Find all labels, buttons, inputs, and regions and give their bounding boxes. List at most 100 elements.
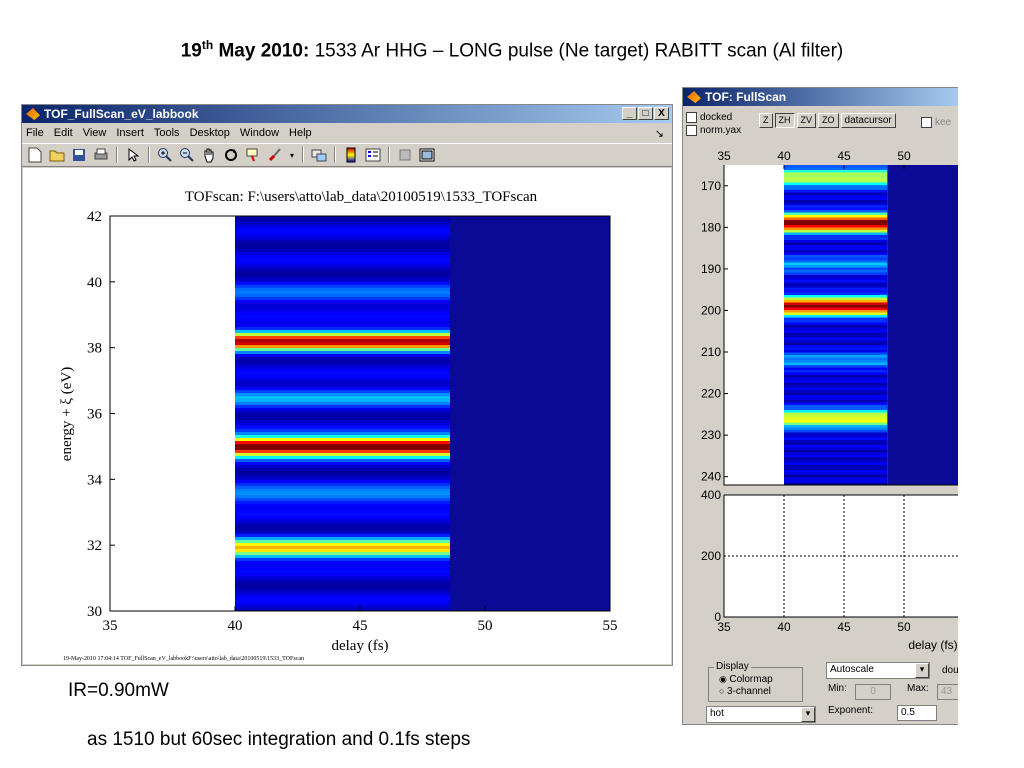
heatmap-row	[235, 294, 450, 298]
colormap-select[interactable]: hot ▾	[706, 706, 816, 723]
heatmap-row	[235, 237, 450, 241]
heatmap-row	[235, 291, 450, 295]
x-tick-label: 35	[103, 618, 118, 634]
heatmap-row	[235, 216, 450, 220]
heatmap-row	[235, 552, 450, 556]
pointer-icon[interactable]	[124, 146, 142, 164]
keep-check-box[interactable]	[921, 117, 932, 128]
x-tick-label: 40	[228, 618, 243, 634]
heatmap-row	[235, 264, 450, 268]
dropdown-arrow-icon[interactable]: ▾	[288, 146, 296, 164]
dock-arrow-icon[interactable]: ↘	[655, 127, 664, 140]
maximize-button[interactable]: □	[638, 107, 653, 120]
title-description: 1533 Ar HHG – LONG pulse (Ne target) RAB…	[309, 40, 844, 62]
heatmap-row	[235, 369, 450, 373]
heatmap-row	[235, 381, 450, 385]
menu-tools[interactable]: Tools	[154, 127, 180, 139]
zoom-button[interactable]: Z	[759, 113, 773, 128]
left-heatmap-plot[interactable]: TOFscan: F:\users\atto\lab_data\20100519…	[23, 168, 671, 664]
left-window-title: TOF_FullScan_eV_labbook	[44, 107, 199, 121]
heatmap-row	[235, 336, 450, 340]
min-field[interactable]: 0	[855, 684, 891, 700]
zoom-in-icon[interactable]	[156, 146, 174, 164]
legend-icon[interactable]	[364, 146, 382, 164]
right-plots[interactable]: 35 40 45 50 170180190200210220230240 35 40 45…	[683, 143, 958, 678]
heatmap-row	[235, 579, 450, 583]
menu-edit[interactable]: Edit	[54, 127, 73, 139]
docked-check-box[interactable]	[686, 112, 697, 123]
heatmap-row	[235, 303, 450, 307]
menu-window[interactable]: Window	[240, 127, 279, 139]
max-field[interactable]: 43	[937, 684, 958, 700]
integration-note: as 1510 but 60sec integration and 0.1fs …	[87, 729, 471, 750]
heatmap-row	[235, 570, 450, 574]
print-icon[interactable]	[92, 146, 110, 164]
normyax-check-box[interactable]	[686, 125, 697, 136]
keep-checkbox[interactable]: kee	[921, 117, 951, 128]
exponent-field[interactable]: 0.5	[897, 705, 937, 721]
data-cursor-icon[interactable]	[244, 146, 262, 164]
left-plot-title: TOFscan: F:\users\atto\lab_data\20100519…	[185, 189, 538, 205]
zoom-horizontal-button[interactable]: ZH	[774, 113, 795, 128]
zoom-out-button[interactable]: ZO	[818, 113, 839, 128]
new-file-icon[interactable]	[26, 146, 44, 164]
pan-hand-icon[interactable]	[200, 146, 218, 164]
heatmap-row	[235, 432, 450, 436]
minimize-button[interactable]: _	[622, 107, 637, 120]
rotate-icon[interactable]	[222, 146, 240, 164]
slide-title: 19th May 2010: 1533 Ar HHG – LONG pulse …	[0, 38, 1024, 62]
display-group: Display ◉ Colormap ○ 3-channel	[708, 661, 803, 702]
x-tick-label: 45	[353, 618, 368, 634]
menu-desktop[interactable]: Desktop	[190, 127, 230, 139]
zoom-out-icon[interactable]	[178, 146, 196, 164]
normyax-checkbox[interactable]: norm.yax	[686, 125, 741, 136]
heatmap-row	[235, 582, 450, 586]
y-tick-label: 240	[701, 470, 721, 484]
right-x-axis-label: delay (fs)	[908, 638, 957, 652]
open-folder-icon[interactable]	[48, 146, 66, 164]
right-figure-window: TOF: FullScan docked norm.yax Z ZH ZV ZO…	[682, 87, 958, 725]
zoom-vertical-button[interactable]: ZV	[796, 113, 817, 128]
dou-label: dou	[942, 665, 958, 676]
menu-file[interactable]: File	[26, 127, 44, 139]
datacursor-button[interactable]: datacursor	[840, 113, 896, 128]
heatmap-row	[235, 417, 450, 421]
save-icon[interactable]	[70, 146, 88, 164]
hide-plot-tools-icon[interactable]	[396, 146, 414, 164]
close-button[interactable]: X	[654, 107, 669, 120]
heatmap-row	[235, 282, 450, 286]
heatmap-row	[235, 420, 450, 424]
left-window-titlebar[interactable]: TOF_FullScan_eV_labbook _ □ X	[22, 105, 672, 123]
heatmap-row	[235, 270, 450, 274]
heatmap-row	[235, 234, 450, 238]
colorbar-icon[interactable]	[342, 146, 360, 164]
menu-insert[interactable]: Insert	[116, 127, 144, 139]
heatmap-row	[235, 576, 450, 580]
right-window-titlebar[interactable]: TOF: FullScan	[683, 88, 958, 106]
chevron-down-icon[interactable]: ▾	[915, 663, 929, 678]
three-channel-radio[interactable]: ○ 3-channel	[719, 686, 771, 697]
y-tick-label: 30	[87, 604, 102, 620]
menu-view[interactable]: View	[83, 127, 107, 139]
colormap-radio[interactable]: ◉ Colormap	[719, 674, 773, 685]
menu-help[interactable]: Help	[289, 127, 312, 139]
link-icon[interactable]	[310, 146, 328, 164]
heatmap-row	[235, 243, 450, 247]
toolbar-separator	[148, 147, 150, 163]
heatmap-row	[235, 321, 450, 325]
chevron-down-icon[interactable]: ▾	[801, 707, 815, 722]
heatmap-row	[235, 249, 450, 253]
heatmap-row	[235, 513, 450, 517]
matlab-logo-icon	[26, 108, 40, 120]
heatmap-row	[235, 405, 450, 409]
docked-checkbox[interactable]: docked	[686, 112, 732, 123]
heatmap-row	[235, 561, 450, 565]
y-tick-label: 230	[701, 428, 721, 442]
brush-icon[interactable]	[266, 146, 284, 164]
x-tick-label: 45	[837, 149, 851, 163]
autoscale-select[interactable]: Autoscale ▾	[826, 662, 930, 679]
heatmap-row	[235, 480, 450, 484]
y-tick-label: 170	[701, 179, 721, 193]
y-tick-label: 200	[701, 303, 721, 317]
show-plot-tools-icon[interactable]	[418, 146, 436, 164]
